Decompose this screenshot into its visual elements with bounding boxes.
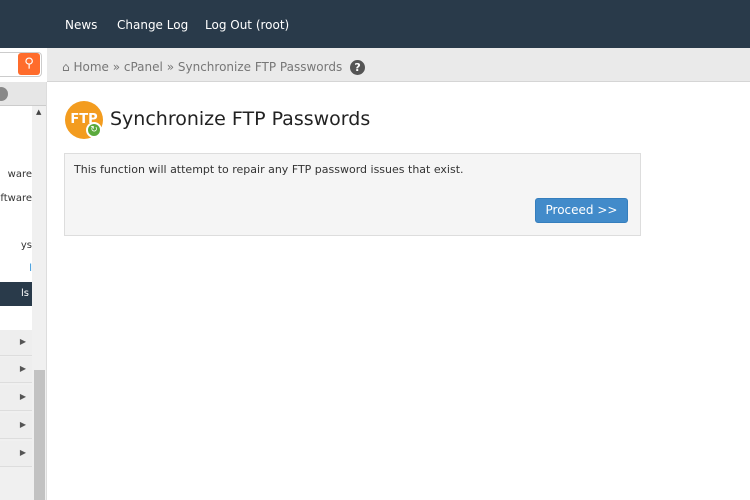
nav-change-log[interactable]: Change Log [117,18,188,32]
nav-logout[interactable]: Log Out (root) [205,18,289,32]
scrollbar-thumb[interactable] [34,370,45,500]
sidebar-group[interactable]: ▶ [0,330,32,356]
sidebar-item[interactable]: l [0,263,32,274]
proceed-button[interactable]: Proceed >> [535,198,628,223]
home-icon: ⌂ [62,60,70,74]
expand-icon: ▶ [19,337,26,346]
expand-icon: ▶ [19,448,26,457]
sidebar-item[interactable]: ware [0,169,32,180]
breadcrumb-current: Synchronize FTP Passwords [177,60,343,74]
sidebar-group[interactable]: ▶ [0,441,32,467]
breadcrumb-cpanel[interactable]: cPanel [124,60,163,74]
sidebar-item[interactable]: ftware [0,193,32,204]
sidebar-item-active[interactable]: ls [0,282,32,306]
search-button[interactable]: ⚲ [18,53,40,75]
top-nav: News Change Log Log Out (root) [0,0,750,48]
page-title: Synchronize FTP Passwords [110,108,371,130]
info-panel: This function will attempt to repair any… [64,153,641,236]
expand-icon: ▶ [19,392,26,401]
description: This function will attempt to repair any… [74,163,464,176]
sync-icon: ↻ [86,122,102,138]
expand-icon: ▶ [19,420,26,429]
sidebar-group[interactable]: ▶ [0,385,32,411]
breadcrumb-separator: » [112,60,121,74]
nav-news[interactable]: News [65,18,97,32]
expand-icon: ▶ [19,364,26,373]
breadcrumb-home[interactable]: Home [73,60,108,74]
sidebar-item[interactable]: ys [0,240,32,251]
scroll-up-icon[interactable]: ▲ [36,108,41,116]
sidebar-group[interactable]: ▶ [0,413,32,439]
help-icon[interactable]: ? [350,60,366,75]
breadcrumb: ⌂ Home » cPanel » Synchronize FTP Passwo… [62,60,366,75]
sidebar-list: ware ftware ys l ls [0,106,32,330]
search-icon: ⚲ [24,56,34,71]
sidebar-group[interactable]: ▶ [0,357,32,383]
breadcrumb-separator: » [166,60,175,74]
